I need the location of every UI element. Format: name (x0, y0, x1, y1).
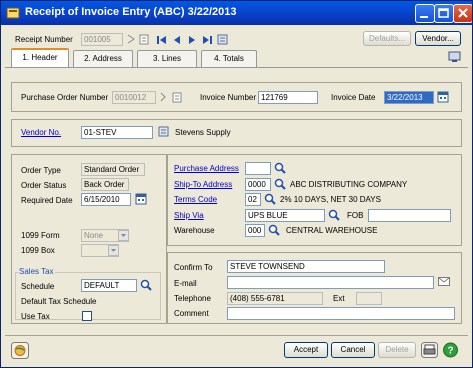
form-1099-label: 1099 Form (21, 231, 60, 240)
required-date-field[interactable]: 6/15/2010 (81, 193, 131, 206)
warehouse-label: Warehouse (174, 226, 215, 235)
vendor-button[interactable]: Vendor... (415, 31, 461, 46)
window-title: Receipt of Invoice Entry (ABC) 3/22/2013 (25, 6, 237, 18)
purchase-order-field[interactable]: 0010012 (112, 91, 156, 104)
use-tax-label: Use Tax (21, 312, 50, 321)
next-number-icon[interactable] (126, 34, 136, 47)
ship-via-search-icon[interactable] (328, 209, 340, 223)
order-status-field: Back Order (81, 178, 129, 191)
required-date-calendar-icon[interactable] (135, 193, 147, 207)
order-type-label: Order Type (21, 166, 61, 175)
help-icon[interactable]: ? (442, 342, 459, 360)
vendor-number-link[interactable]: Vendor No. (21, 128, 61, 137)
box-1099-label: 1099 Box (21, 246, 55, 255)
email-field[interactable] (227, 276, 434, 289)
invoice-number-label: Invoice Number (200, 93, 257, 102)
vendor-lookup-icon[interactable] (158, 126, 169, 139)
telephone-field[interactable]: (408) 555-6781 (227, 292, 323, 305)
sales-tax-title: Sales Tax (18, 267, 55, 276)
purchase-address-search-icon[interactable] (274, 162, 286, 176)
svg-text:?: ? (447, 346, 453, 357)
required-date-label: Required Date (21, 196, 73, 205)
invoice-date-label: Invoice Date (331, 93, 376, 102)
footer-divider (5, 335, 468, 336)
schedule-label: Schedule (21, 282, 55, 291)
invoice-number-field[interactable]: 121769 (258, 91, 318, 104)
close-button[interactable] (453, 4, 472, 23)
ext-field[interactable] (356, 292, 382, 305)
last-record-icon[interactable] (201, 35, 213, 47)
comment-field[interactable] (227, 307, 455, 320)
po-lookup-icon[interactable] (172, 92, 182, 105)
first-record-icon[interactable] (156, 35, 168, 47)
schedule-field[interactable]: DEFAULT (81, 279, 137, 292)
delete-button[interactable]: Delete (378, 342, 416, 358)
ship-to-address-link[interactable]: Ship-To Address (174, 180, 232, 189)
order-type-field: Standard Order (81, 163, 145, 176)
po-next-icon[interactable] (159, 92, 167, 105)
telephone-label: Telephone (174, 294, 211, 303)
ship-to-search-icon[interactable] (274, 178, 286, 192)
calendar-icon[interactable] (437, 91, 449, 105)
confirm-to-field[interactable]: STEVE TOWNSEND (227, 260, 385, 273)
terms-search-icon[interactable] (264, 193, 276, 207)
terms-code-field[interactable]: 02 (245, 193, 261, 206)
receipt-of-invoice-window: Receipt of Invoice Entry (ABC) 3/22/2013… (0, 0, 473, 368)
terms-code-link[interactable]: Terms Code (174, 195, 217, 204)
ship-via-link[interactable]: Ship Via (174, 211, 204, 220)
fob-label: FOB (347, 211, 364, 220)
previous-record-icon[interactable] (172, 35, 182, 47)
terms-description: 2% 10 DAYS, NET 30 DAYS (280, 195, 381, 204)
accept-button[interactable]: Accept (284, 342, 328, 358)
tab-totals[interactable]: 4. Totals (201, 50, 257, 67)
title-bar[interactable]: Receipt of Invoice Entry (ABC) 3/22/2013 (1, 1, 472, 25)
cancel-button[interactable]: Cancel (331, 342, 375, 358)
schedule-search-icon[interactable] (140, 279, 152, 293)
help-globe-icon[interactable] (11, 342, 29, 361)
next-record-icon[interactable] (187, 35, 197, 47)
tab-header[interactable]: 1. Header (11, 48, 69, 68)
customize-icon[interactable] (448, 51, 461, 65)
minimize-button[interactable] (415, 4, 435, 23)
email-label: E-mail (174, 279, 197, 288)
ship-via-field[interactable]: UPS BLUE (245, 209, 325, 222)
maximize-button[interactable] (434, 4, 454, 23)
email-envelope-icon[interactable] (438, 277, 450, 289)
form-1099-dropdown-icon[interactable] (118, 230, 129, 241)
print-icon[interactable] (421, 342, 438, 360)
warehouse-name: CENTRAL WAREHOUSE (286, 226, 378, 235)
lookup-list-icon[interactable] (139, 34, 149, 47)
tab-address[interactable]: 2. Address (73, 50, 133, 67)
order-status-label: Order Status (21, 181, 67, 190)
defaults-button[interactable]: Defaults... (363, 31, 411, 46)
purchase-address-field[interactable] (245, 162, 271, 175)
fob-field[interactable] (368, 209, 451, 222)
ext-label: Ext (333, 294, 345, 303)
vendor-number-field[interactable]: 01-STEV (81, 126, 153, 139)
receipt-number-field[interactable]: 001005 (81, 33, 123, 46)
warehouse-search-icon[interactable] (268, 224, 280, 238)
invoice-date-field[interactable]: 3/22/2013 (384, 91, 434, 104)
app-icon (6, 6, 20, 20)
use-tax-checkbox[interactable] (82, 311, 92, 321)
purchase-order-label: Purchase Order Number (21, 93, 109, 102)
purchase-address-link[interactable]: Purchase Address (174, 164, 239, 173)
comment-label: Comment (174, 309, 209, 318)
tab-lines[interactable]: 3. Lines (137, 50, 197, 67)
confirm-to-label: Confirm To (174, 263, 213, 272)
vendor-panel (11, 119, 462, 147)
box-1099-dropdown-icon[interactable] (108, 245, 119, 256)
receipt-number-label: Receipt Number (15, 35, 73, 44)
default-tax-schedule-label: Default Tax Schedule (21, 297, 97, 306)
vendor-name: Stevens Supply (175, 128, 231, 137)
record-list-icon[interactable] (217, 34, 228, 47)
ship-to-address-field[interactable]: 0000 (245, 178, 271, 191)
ship-to-name: ABC DISTRIBUTING COMPANY (290, 180, 408, 189)
tab-strip-divider (5, 67, 468, 68)
warehouse-field[interactable]: 000 (245, 224, 265, 237)
